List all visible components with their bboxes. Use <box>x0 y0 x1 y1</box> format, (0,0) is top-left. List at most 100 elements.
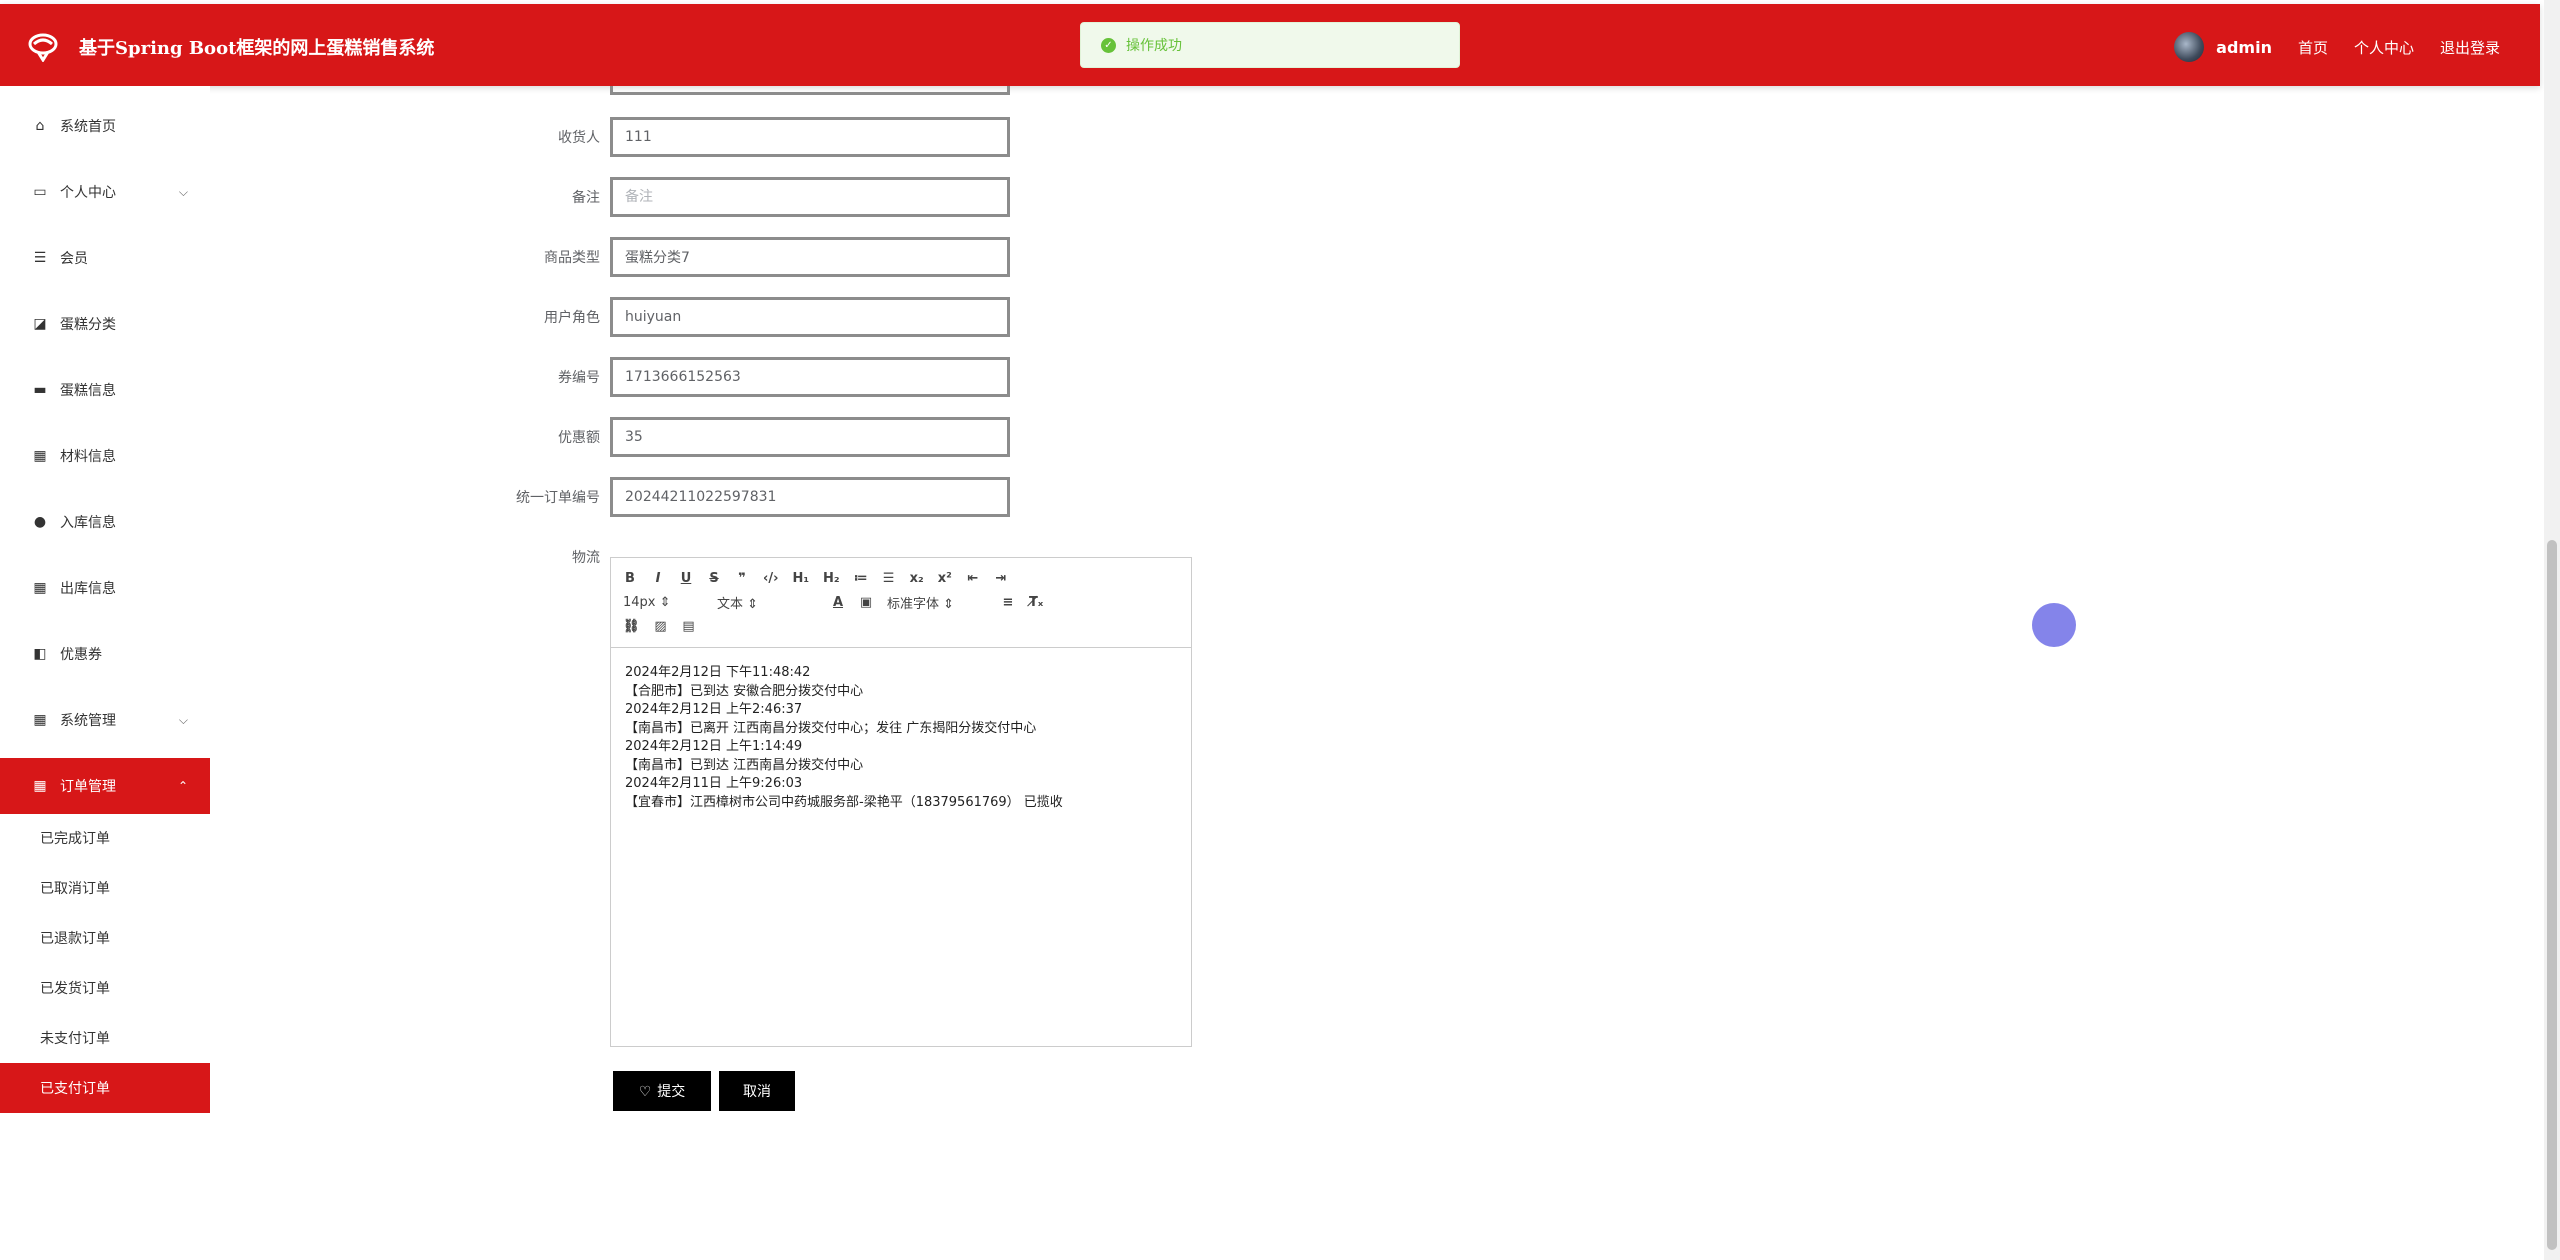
logistics-label: 物流 <box>572 550 600 566</box>
list-icon: ☰ <box>33 250 47 266</box>
cancel-button[interactable]: 取消 <box>719 1071 795 1111</box>
sidebar-item-label: 个人中心 <box>60 185 116 201</box>
receiver-label: 收货人 <box>558 130 600 146</box>
home-icon: ⌂ <box>35 118 45 134</box>
sidebar-subitem-completed[interactable]: 已完成订单 <box>0 813 210 863</box>
align-icon[interactable]: ≡ <box>1001 595 1015 610</box>
sidebar-subitem-refunded[interactable]: 已退款订单 <box>0 913 210 963</box>
cut-off-input <box>610 86 1010 95</box>
font-family-select[interactable]: 标准字体 ⇕ <box>887 593 987 612</box>
sidebar-subitem-paid[interactable]: 已支付订单 <box>0 1063 210 1113</box>
sidebar-subitem-cancelled[interactable]: 已取消订单 <box>0 863 210 913</box>
bold-icon[interactable]: B <box>623 571 637 586</box>
toast-message: 操作成功 <box>1126 38 1182 54</box>
sidebar-item-cake-info[interactable]: ▬ 蛋糕信息 <box>0 362 210 418</box>
underline-icon[interactable]: U <box>679 571 693 586</box>
editor-toolbar: B I U S ❞ ‹/› H₁ H₂ ≔ ☰ x₂ x² ⇤ ⇥ 14px ⇕… <box>611 558 1191 648</box>
bullet-list-icon[interactable]: ☰ <box>882 571 896 586</box>
coupon-no-input[interactable] <box>610 357 1010 397</box>
sidebar-item-members[interactable]: ☰ 会员 <box>0 230 210 286</box>
image-icon[interactable]: ▨ <box>654 619 668 634</box>
app-title: 基于Spring Boot框架的网上蛋糕销售系统 <box>79 38 435 59</box>
order-no-label: 统一订单编号 <box>516 490 600 506</box>
video-icon[interactable]: ▤ <box>682 619 696 634</box>
sidebar-item-home[interactable]: ⌂ 系统首页 <box>0 98 210 154</box>
sidebar-subitem-shipped[interactable]: 已发货订单 <box>0 963 210 1013</box>
submit-label: 提交 <box>657 1083 686 1099</box>
sidebar-item-profile[interactable]: ▭ 个人中心 ⌵ <box>0 164 210 220</box>
sidebar-item-label: 会员 <box>60 251 88 267</box>
link-icon[interactable]: ⛓ <box>623 619 640 634</box>
subscript-icon[interactable]: x₂ <box>910 571 924 586</box>
sidebar-item-coupons[interactable]: ◧ 优惠券 <box>0 626 210 682</box>
success-toast: ✓ 操作成功 <box>1080 22 1460 68</box>
discount-input[interactable] <box>610 417 1010 457</box>
sidebar: ⌂ 系统首页 ▭ 个人中心 ⌵ ☰ 会员 ◪ 蛋糕分类 ▬ 蛋糕信息 ▦ 材料信… <box>0 86 210 1260</box>
goods-type-input[interactable] <box>610 237 1010 277</box>
sidebar-item-materials[interactable]: ▦ 材料信息 <box>0 428 210 484</box>
discount-label: 优惠额 <box>558 430 600 446</box>
editor-line: 【南昌市】已到达 江西南昌分拨交付中心 <box>625 757 864 773</box>
table-icon: ▦ <box>33 778 47 794</box>
user-role-label: 用户角色 <box>544 310 600 326</box>
logistics-editor: B I U S ❞ ‹/› H₁ H₂ ≔ ☰ x₂ x² ⇤ ⇥ 14px ⇕… <box>610 557 1192 1047</box>
monitor-icon: ▬ <box>33 382 47 398</box>
block-format-select[interactable]: 文本 ⇕ <box>717 593 817 612</box>
nav-logout-link[interactable]: 退出登录 <box>2440 37 2500 58</box>
sidebar-item-stock-out[interactable]: ▦ 出库信息 <box>0 560 210 616</box>
outdent-icon[interactable]: ⇤ <box>966 571 980 586</box>
font-color-icon[interactable]: A <box>831 595 845 610</box>
submit-button[interactable]: ♡ 提交 <box>613 1071 711 1111</box>
avatar[interactable] <box>2174 32 2205 62</box>
superscript-icon[interactable]: x² <box>938 571 952 586</box>
goods-type-label: 商品类型 <box>544 250 600 266</box>
sidebar-item-label: 订单管理 <box>60 779 116 795</box>
sidebar-item-label: 材料信息 <box>60 449 116 465</box>
sidebar-item-stock-in[interactable]: ● 入库信息 <box>0 494 210 550</box>
blockquote-icon[interactable]: ❞ <box>735 571 749 586</box>
nav-profile-link[interactable]: 个人中心 <box>2354 37 2414 58</box>
editor-line: 【南昌市】已离开 江西南昌分拨交付中心；发往 广东揭阳分拨交付中心 <box>625 720 1037 736</box>
remark-input[interactable] <box>610 177 1010 217</box>
code-icon[interactable]: ‹/› <box>763 571 778 586</box>
chevron-down-icon: ⌵ <box>178 184 188 199</box>
editor-line: 2024年2月12日 上午1:14:49 <box>625 739 803 754</box>
h1-icon[interactable]: H₁ <box>792 571 809 586</box>
strike-icon[interactable]: S <box>707 571 721 586</box>
sidebar-item-cake-category[interactable]: ◪ 蛋糕分类 <box>0 296 210 352</box>
cancel-label: 取消 <box>743 1083 771 1099</box>
sidebar-item-label: 入库信息 <box>60 515 116 531</box>
sidebar-item-label: 系统管理 <box>60 713 116 729</box>
italic-icon[interactable]: I <box>651 571 665 586</box>
receiver-input[interactable] <box>610 117 1010 157</box>
ordered-list-icon[interactable]: ≔ <box>854 571 868 586</box>
sidebar-item-label: 系统首页 <box>60 119 116 135</box>
sidebar-item-label: 优惠券 <box>60 647 102 663</box>
h2-icon[interactable]: H₂ <box>823 571 840 586</box>
editor-content[interactable]: 2024年2月12日 下午11:48:42 【合肥市】已到达 安徽合肥分拨交付中… <box>611 648 1191 828</box>
indent-icon[interactable]: ⇥ <box>994 571 1008 586</box>
profile-icon: ▭ <box>33 184 47 200</box>
sidebar-subitem-unpaid[interactable]: 未支付订单 <box>0 1013 210 1063</box>
clear-format-icon[interactable]: T̸ₓ <box>1029 595 1043 610</box>
editor-line: 2024年2月12日 下午11:48:42 <box>625 665 811 680</box>
editor-line: 2024年2月11日 上午9:26:03 <box>625 776 803 791</box>
sidebar-item-label: 出库信息 <box>60 581 116 597</box>
grid-icon: ▦ <box>33 712 47 728</box>
sidebar-item-system[interactable]: ▦ 系统管理 ⌵ <box>0 692 210 748</box>
username[interactable]: admin <box>2216 38 2272 57</box>
grid-icon: ▦ <box>33 448 47 464</box>
sidebar-item-orders[interactable]: ▦ 订单管理 ⌃ <box>0 758 210 814</box>
user-role-input[interactable] <box>610 297 1010 337</box>
editor-line: 【合肥市】已到达 安徽合肥分拨交付中心 <box>625 683 864 699</box>
coupon-icon: ◧ <box>33 646 47 662</box>
nav-home-link[interactable]: 首页 <box>2298 37 2328 58</box>
page-scrollbar[interactable] <box>2544 0 2560 1260</box>
chevron-up-icon: ⌃ <box>177 779 188 793</box>
background-color-icon[interactable]: ▣ <box>859 595 873 610</box>
font-size-select[interactable]: 14px ⇕ <box>623 595 703 610</box>
order-no-input[interactable] <box>610 477 1010 517</box>
scrollbar-thumb[interactable] <box>2547 540 2557 1250</box>
grid-icon: ▦ <box>33 580 47 596</box>
sidebar-item-label: 蛋糕信息 <box>60 383 116 399</box>
